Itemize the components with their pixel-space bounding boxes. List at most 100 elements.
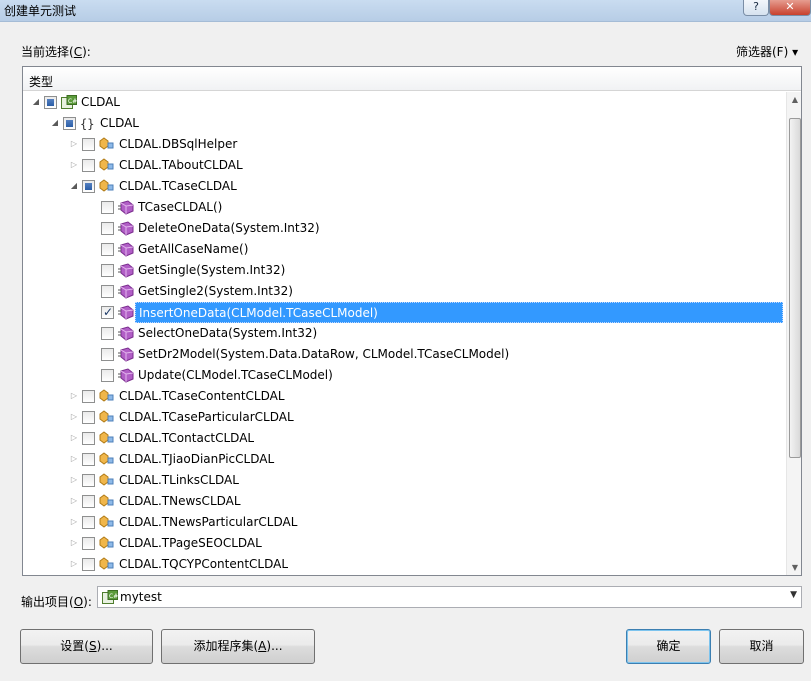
class-icon (99, 494, 114, 507)
tree-node-checkbox[interactable] (82, 495, 95, 508)
expand-arrow-icon[interactable]: ▷ (69, 538, 79, 548)
expand-arrow-icon[interactable]: ▷ (69, 517, 79, 527)
tree-node-label: CLDAL.TJiaoDianPicCLDAL (119, 452, 275, 466)
chevron-down-icon[interactable]: ▼ (790, 590, 797, 600)
tree-node-label: SelectOneData(System.Int32) (138, 326, 318, 340)
expand-arrow-icon[interactable]: ▷ (69, 475, 79, 485)
tree-node-checkbox[interactable] (82, 474, 95, 487)
tree-column-header[interactable]: 类型 (23, 67, 801, 91)
tree-node[interactable]: ▷ CLDAL.TJiaoDianPicCLDAL (23, 449, 785, 470)
tree-node-checkbox[interactable] (101, 264, 114, 277)
tree-node[interactable]: ▷ CLDAL.TContactCLDAL (23, 428, 785, 449)
method-icon (118, 305, 134, 320)
filter-dropdown[interactable]: 筛选器(F) ▾ (736, 43, 798, 60)
chevron-down-icon: ▾ (792, 45, 799, 59)
tree-node-label: CLDAL.TAboutCLDAL (119, 158, 243, 172)
tree-node[interactable]: TCaseCLDAL() (23, 197, 785, 218)
method-icon (118, 221, 134, 236)
tree-node[interactable]: ▷ CLDAL.TPageSEOCLDAL (23, 533, 785, 554)
tree-node-checkbox[interactable] (82, 390, 95, 403)
expand-arrow-icon[interactable]: ▷ (69, 433, 79, 443)
tree-node[interactable]: ◢ C# CLDAL (23, 92, 785, 113)
expand-arrow-icon[interactable]: ▷ (69, 412, 79, 422)
svg-text:C#: C# (68, 98, 77, 105)
tree-node[interactable]: ◢ CLDAL.TCaseCLDAL (23, 176, 785, 197)
expand-arrow-icon[interactable]: ▷ (69, 391, 79, 401)
expand-arrow-icon[interactable]: ▷ (69, 559, 79, 569)
tree-node[interactable]: GetSingle(System.Int32) (23, 260, 785, 281)
tree-node[interactable]: SelectOneData(System.Int32) (23, 323, 785, 344)
tree-node-checkbox[interactable] (82, 180, 95, 193)
tree-node[interactable]: ◢ {} CLDAL (23, 113, 785, 134)
csharp-project-icon: C# (102, 590, 118, 604)
tree-node[interactable]: ▷ CLDAL.TCaseContentCLDAL (23, 386, 785, 407)
expand-arrow-icon[interactable]: ▷ (69, 454, 79, 464)
tree-node[interactable]: Update(CLModel.TCaseCLModel) (23, 365, 785, 386)
tree-node[interactable]: ▷ CLDAL.TLinksCLDAL (23, 470, 785, 491)
tree-node-checkbox[interactable] (82, 138, 95, 151)
tree-node-label: CLDAL.TNewsCLDAL (119, 494, 241, 508)
scrollbar-thumb[interactable] (789, 118, 801, 458)
tree-node-checkbox[interactable] (82, 453, 95, 466)
tree-node-checkbox[interactable] (101, 369, 114, 382)
expand-arrow-icon[interactable]: ▷ (69, 160, 79, 170)
output-project-combo[interactable]: C# mytest ▼ (97, 586, 802, 608)
expand-arrow-icon[interactable]: ▷ (69, 139, 79, 149)
type-tree[interactable]: 类型 ◢ C# CLDAL ◢ {} CLDAL ▷ CLDAL.DBSqlHelper ▷ CL… (22, 66, 802, 576)
namespace-icon: {} (80, 117, 94, 131)
tree-node-checkbox[interactable] (82, 516, 95, 529)
tree-node-checkbox[interactable] (101, 305, 114, 319)
tree-node-checkbox[interactable] (101, 243, 114, 256)
tree-node-checkbox[interactable] (44, 96, 57, 109)
tree-node[interactable]: ▷ CLDAL.TNewsCLDAL (23, 491, 785, 512)
vertical-scrollbar[interactable]: ▲ ▼ (786, 92, 801, 575)
collapse-arrow-icon[interactable]: ◢ (31, 97, 41, 107)
tree-node-checkbox[interactable] (101, 348, 114, 361)
tree-node[interactable]: ▷ CLDAL.TNewsParticularCLDAL (23, 512, 785, 533)
tree-node-label: CLDAL.TQCYPContentCLDAL (119, 557, 289, 571)
tree-node-label: CLDAL (100, 116, 139, 130)
tree-node-checkbox[interactable] (82, 411, 95, 424)
scroll-up-arrow[interactable]: ▲ (787, 92, 801, 108)
method-icon (118, 326, 134, 341)
output-project-label: 输出项目(O): (21, 595, 92, 609)
settings-button[interactable]: 设置(S)... (20, 629, 153, 664)
help-button[interactable]: ? (743, 0, 769, 16)
tree-node-label: SetDr2Model(System.Data.DataRow, CLModel… (138, 347, 510, 361)
class-icon (99, 431, 114, 444)
tree-node[interactable]: ▷ CLDAL.DBSqlHelper (23, 134, 785, 155)
tree-node-label: CLDAL.TCaseContentCLDAL (119, 389, 285, 403)
tree-node-checkbox[interactable] (82, 537, 95, 550)
cancel-button[interactable]: 取消 (719, 629, 804, 664)
method-icon (118, 242, 134, 257)
tree-node[interactable]: InsertOneData(CLModel.TCaseCLModel) (23, 302, 785, 323)
tree-node[interactable]: ▷ CLDAL.TAboutCLDAL (23, 155, 785, 176)
tree-node[interactable]: GetAllCaseName() (23, 239, 785, 260)
tree-node-checkbox[interactable] (101, 201, 114, 214)
class-icon (99, 473, 114, 486)
tree-node[interactable]: GetSingle2(System.Int32) (23, 281, 785, 302)
tree-node[interactable]: ▷ CLDAL.TQCYPContentCLDAL (23, 554, 785, 575)
tree-node-label: TCaseCLDAL() (138, 200, 223, 214)
close-button[interactable]: ✕ (769, 0, 811, 16)
tree-node-checkbox[interactable] (101, 222, 114, 235)
tree-node[interactable]: SetDr2Model(System.Data.DataRow, CLModel… (23, 344, 785, 365)
method-icon (118, 284, 134, 299)
ok-button[interactable]: 确定 (626, 629, 711, 664)
expand-arrow-icon[interactable]: ▷ (69, 496, 79, 506)
collapse-arrow-icon[interactable]: ◢ (50, 118, 60, 128)
tree-node-checkbox[interactable] (63, 117, 76, 130)
tree-node-checkbox[interactable] (101, 327, 114, 340)
add-assembly-button[interactable]: 添加程序集(A)... (161, 629, 315, 664)
tree-node-checkbox[interactable] (101, 285, 114, 298)
tree-node-label: CLDAL.TCaseParticularCLDAL (119, 410, 294, 424)
collapse-arrow-icon[interactable]: ◢ (69, 181, 79, 191)
scroll-down-arrow[interactable]: ▼ (787, 560, 801, 575)
tree-node[interactable]: DeleteOneData(System.Int32) (23, 218, 785, 239)
tree-node-label: DeleteOneData(System.Int32) (138, 221, 320, 235)
tree-node-checkbox[interactable] (82, 558, 95, 571)
tree-node-checkbox[interactable] (82, 159, 95, 172)
tree-node[interactable]: ▷ CLDAL.TCaseParticularCLDAL (23, 407, 785, 428)
class-icon (99, 137, 114, 150)
tree-node-checkbox[interactable] (82, 432, 95, 445)
